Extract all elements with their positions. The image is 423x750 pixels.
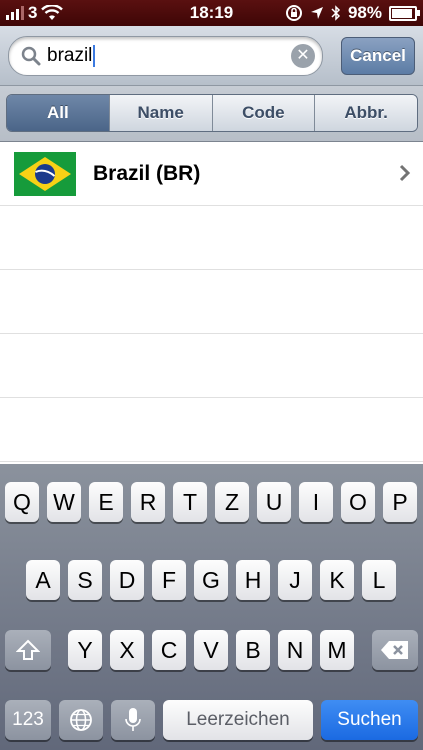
key-x[interactable]: X xyxy=(110,630,144,670)
key-b[interactable]: B xyxy=(236,630,270,670)
numbers-key[interactable]: 123 xyxy=(5,700,51,740)
backspace-key[interactable] xyxy=(372,630,418,670)
scope-name[interactable]: Name xyxy=(108,95,212,131)
key-a[interactable]: A xyxy=(26,560,60,600)
key-q[interactable]: Q xyxy=(5,482,39,522)
key-l[interactable]: L xyxy=(362,560,396,600)
key-v[interactable]: V xyxy=(194,630,228,670)
key-r[interactable]: R xyxy=(131,482,165,522)
status-bar: 3 18:19 98% xyxy=(0,0,423,26)
dictation-key[interactable] xyxy=(111,700,155,740)
scope-all[interactable]: All xyxy=(7,95,109,131)
status-right: 98% xyxy=(285,3,420,23)
chevron-right-icon xyxy=(399,164,411,182)
microphone-icon xyxy=(125,708,141,731)
key-c[interactable]: C xyxy=(152,630,186,670)
text-cursor xyxy=(93,45,96,67)
search-submit-key[interactable]: Suchen xyxy=(321,700,418,740)
search-input[interactable]: brazil ✕ xyxy=(8,36,323,76)
keyboard: Q W E R T Z U I O P A S D F G H J K L Y … xyxy=(0,464,423,750)
key-h[interactable]: H xyxy=(236,560,270,600)
country-label: Brazil (BR) xyxy=(93,162,201,185)
key-i[interactable]: I xyxy=(299,482,333,522)
key-e[interactable]: E xyxy=(89,482,123,522)
scope-segmented-control: All Name Code Abbr. xyxy=(6,94,418,132)
battery-percent: 98% xyxy=(347,3,382,22)
search-query: brazil xyxy=(47,45,93,67)
key-f[interactable]: F xyxy=(152,560,186,600)
key-j[interactable]: J xyxy=(278,560,312,600)
globe-icon xyxy=(70,709,92,731)
key-o[interactable]: O xyxy=(341,482,375,522)
clear-search-button[interactable]: ✕ xyxy=(291,44,315,68)
key-g[interactable]: G xyxy=(194,560,228,600)
shift-key[interactable] xyxy=(5,630,51,670)
list-item[interactable]: Brazil (BR) xyxy=(0,142,423,206)
key-p[interactable]: P xyxy=(383,482,417,522)
key-u[interactable]: U xyxy=(257,482,291,522)
key-d[interactable]: D xyxy=(110,560,144,600)
search-bar: brazil ✕ Cancel xyxy=(0,26,423,86)
brazil-flag-icon xyxy=(14,152,76,196)
scope-code[interactable]: Code xyxy=(211,95,315,131)
battery-icon xyxy=(389,5,420,21)
globe-key[interactable] xyxy=(59,700,103,740)
key-z[interactable]: Z xyxy=(215,482,249,522)
search-icon xyxy=(21,46,41,66)
empty-row xyxy=(0,270,423,334)
scope-bar: All Name Code Abbr. xyxy=(0,86,423,142)
location-arrow-icon xyxy=(310,7,323,19)
shift-arrow-icon xyxy=(15,639,41,660)
key-s[interactable]: S xyxy=(68,560,102,600)
space-key[interactable]: Leerzeichen xyxy=(163,700,313,740)
results-list: Brazil (BR) xyxy=(0,142,423,462)
empty-row xyxy=(0,398,423,462)
empty-row xyxy=(0,206,423,270)
key-m[interactable]: M xyxy=(320,630,354,670)
key-n[interactable]: N xyxy=(278,630,312,670)
key-k[interactable]: K xyxy=(320,560,354,600)
backspace-icon xyxy=(381,641,408,659)
key-y[interactable]: Y xyxy=(68,630,102,670)
empty-row xyxy=(0,334,423,398)
key-t[interactable]: T xyxy=(173,482,207,522)
key-w[interactable]: W xyxy=(47,482,81,522)
scope-abbr[interactable]: Abbr. xyxy=(314,95,417,131)
cancel-button[interactable]: Cancel xyxy=(341,37,415,75)
rotation-lock-icon xyxy=(285,5,302,21)
bluetooth-icon xyxy=(331,5,341,21)
